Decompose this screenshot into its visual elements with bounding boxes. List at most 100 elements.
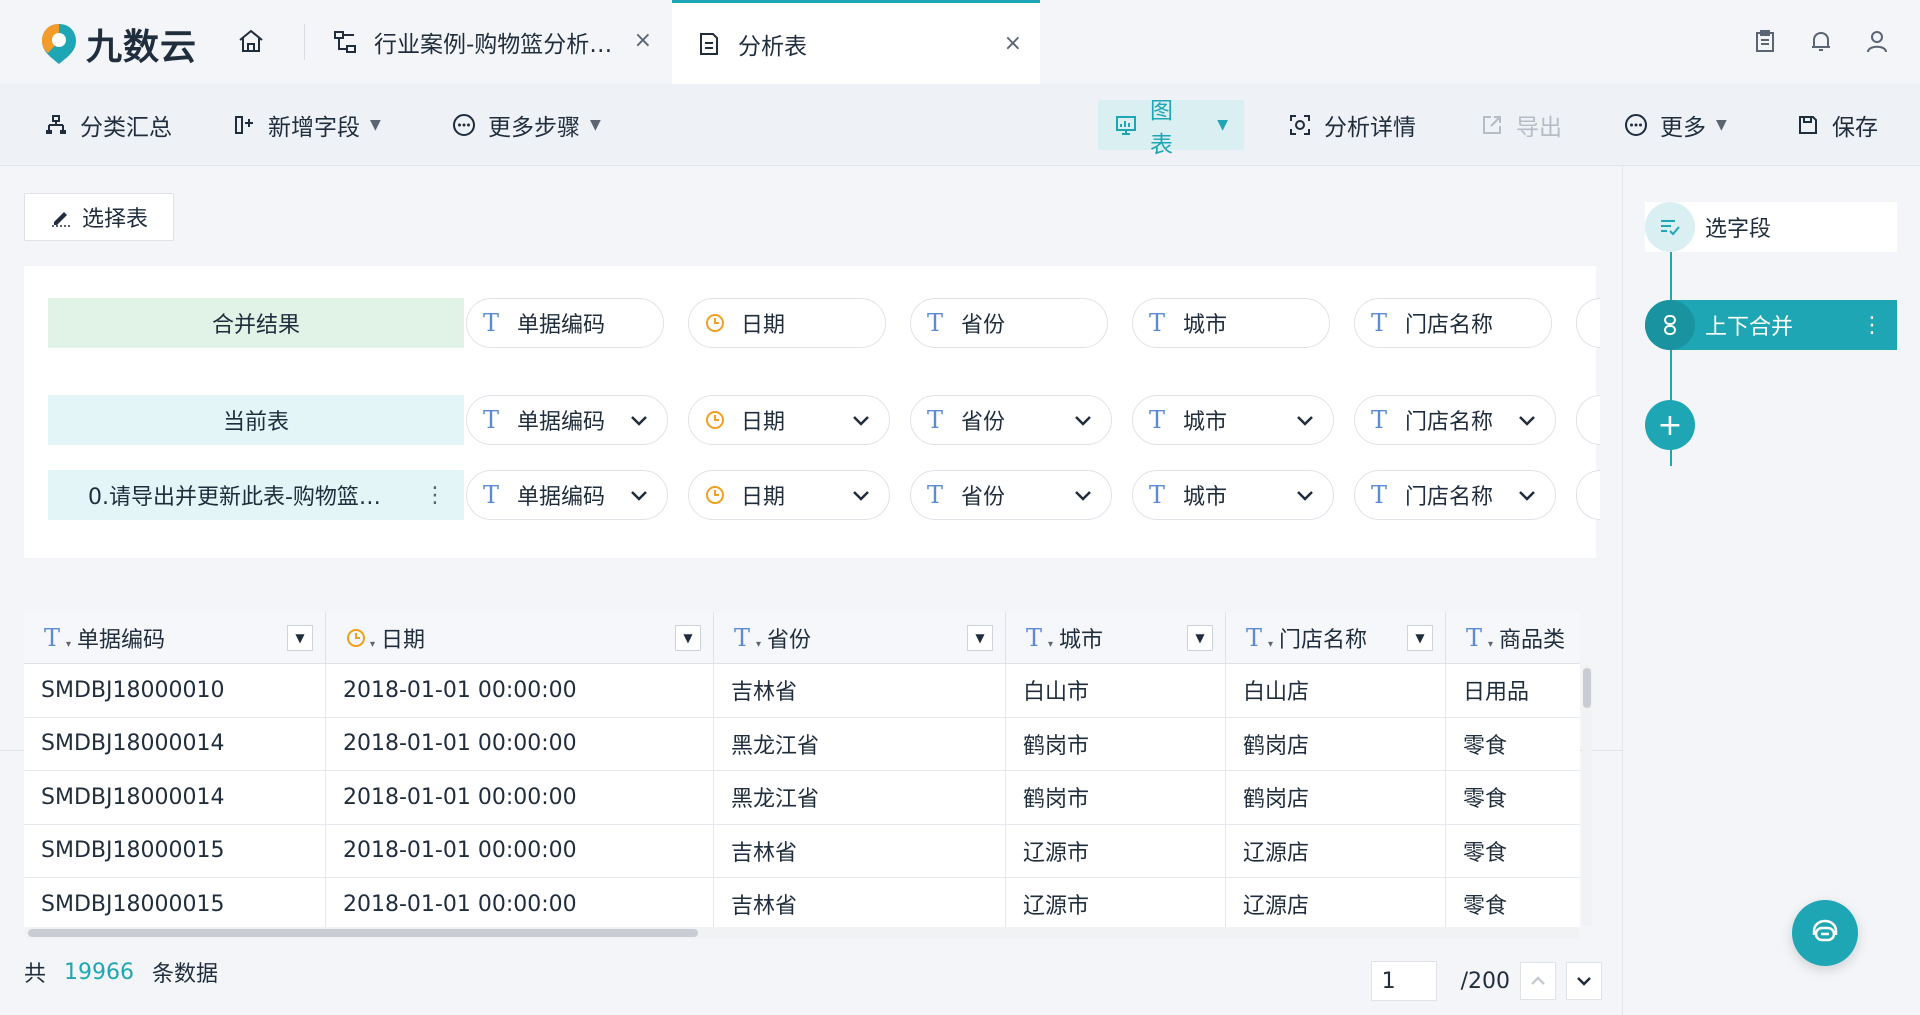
more-button[interactable]: 更多 ▼ xyxy=(1624,84,1727,166)
field-pill-current[interactable]: T 省份 xyxy=(910,395,1112,445)
column-title: 省份 xyxy=(767,628,812,653)
table-cell[interactable]: 黑龙江省 xyxy=(714,717,1006,770)
pagination: /200 xyxy=(1370,961,1602,1001)
field-pill-current[interactable]: T 单据编码 xyxy=(466,395,668,445)
customer-service-button[interactable] xyxy=(1792,900,1858,966)
table-cell[interactable]: 辽源市 xyxy=(1006,824,1226,877)
select-table-label: 选择表 xyxy=(81,207,148,232)
bell-icon[interactable] xyxy=(1808,28,1834,54)
save-button[interactable]: 保存 xyxy=(1796,84,1878,166)
table-cell[interactable]: 白山市 xyxy=(1006,664,1226,717)
table-cell[interactable]: 鹤岗店 xyxy=(1226,717,1446,770)
type-caret-icon: ▾ xyxy=(756,638,762,650)
table-cell[interactable]: SMDBJ18000010 xyxy=(24,664,326,717)
top-tab-bar: 九数云 行业案例-购物篮分析… × 分析表 × xyxy=(0,0,1920,84)
field-pill-source[interactable]: T 单据编码 xyxy=(466,470,668,520)
field-pill-overflow xyxy=(1576,298,1600,348)
column-header[interactable]: T ▾ 省份 ▼ xyxy=(714,612,1006,664)
column-menu-button[interactable]: ▼ xyxy=(1187,625,1213,651)
table-cell[interactable]: 2018-01-01 00:00:00 xyxy=(326,878,714,927)
export-button[interactable]: 导出 xyxy=(1480,84,1562,166)
close-icon[interactable]: × xyxy=(1004,31,1022,56)
column-header[interactable]: T ▾ 单据编码 ▼ xyxy=(24,612,326,664)
more-steps-label: 更多步骤 xyxy=(488,115,580,141)
text-type-icon: T xyxy=(44,624,61,652)
table-cell[interactable]: 2018-01-01 00:00:00 xyxy=(326,771,714,824)
next-page-button[interactable] xyxy=(1566,962,1602,1000)
more-steps-button[interactable]: 更多步骤 ▼ xyxy=(452,84,601,166)
column-header[interactable]: ▾ 日期 ▼ xyxy=(326,612,714,664)
field-pill-source[interactable]: T 城市 xyxy=(1132,470,1334,520)
text-type-icon: T xyxy=(1246,624,1263,652)
user-icon[interactable] xyxy=(1864,28,1890,54)
column-menu-button[interactable]: ▼ xyxy=(675,625,701,651)
column-header[interactable]: T ▾ 城市 ▼ xyxy=(1006,612,1226,664)
clock-icon xyxy=(706,314,724,332)
analysis-detail-button[interactable]: 分析详情 xyxy=(1288,84,1416,166)
clock-icon xyxy=(706,411,724,429)
table-cell[interactable]: 2018-01-01 00:00:00 xyxy=(326,717,714,770)
table-row: SMDBJ18000015 2018-01-01 00:00:00 吉林省 辽源市 辽源… xyxy=(24,878,1580,927)
field-pill-current[interactable]: 日期 xyxy=(688,395,890,445)
field-pill-source[interactable]: 日期 xyxy=(688,470,890,520)
page-number-input[interactable] xyxy=(1370,961,1437,1001)
table-cell[interactable]: 2018-01-01 00:00:00 xyxy=(326,664,714,717)
table-cell[interactable]: 吉林省 xyxy=(714,878,1006,927)
text-type-icon: T xyxy=(1371,481,1388,509)
more-vertical-icon[interactable]: ⋮ xyxy=(424,483,446,508)
table-cell[interactable]: 零食 xyxy=(1446,771,1580,824)
tab-analysis-table[interactable]: 分析表 × xyxy=(672,0,1040,84)
column-menu-button[interactable]: ▼ xyxy=(967,625,993,651)
more-vertical-icon[interactable]: ⋮ xyxy=(1861,313,1883,338)
table-cell[interactable]: 2018-01-01 00:00:00 xyxy=(326,824,714,877)
table-cell[interactable]: SMDBJ18000015 xyxy=(24,824,326,877)
caret-down-icon: ▼ xyxy=(1217,117,1228,133)
column-header[interactable]: T ▾ 商品类 xyxy=(1446,612,1580,664)
table-cell[interactable]: SMDBJ18000015 xyxy=(24,878,326,927)
table-cell[interactable]: 零食 xyxy=(1446,718,1580,771)
field-pill-current[interactable]: T 门店名称 xyxy=(1354,395,1556,445)
field-pill-result: T 门店名称 xyxy=(1354,298,1552,348)
close-icon[interactable]: × xyxy=(634,28,652,53)
field-pill-source[interactable]: T 门店名称 xyxy=(1354,470,1556,520)
table-cell[interactable]: 辽源市 xyxy=(1006,878,1226,927)
table-cell[interactable]: 白山店 xyxy=(1226,664,1446,717)
table-cell[interactable]: 辽源店 xyxy=(1226,878,1446,927)
table-cell[interactable]: SMDBJ18000014 xyxy=(24,771,326,824)
tab-shopping-basket[interactable]: 行业案例-购物篮分析… × xyxy=(308,0,670,84)
table-cell[interactable]: 鹤岗店 xyxy=(1226,771,1446,824)
table-cell[interactable]: 鹤岗市 xyxy=(1006,717,1226,770)
table-cell[interactable]: 辽源店 xyxy=(1226,824,1446,877)
classify-summary-button[interactable]: 分类汇总 xyxy=(44,84,172,166)
table-cell[interactable]: 零食 xyxy=(1446,878,1580,927)
app-logo[interactable]: 九数云 xyxy=(40,18,197,70)
field-pill-current[interactable]: T 城市 xyxy=(1132,395,1334,445)
table-cell[interactable]: 鹤岗市 xyxy=(1006,771,1226,824)
table-cell[interactable]: 零食 xyxy=(1446,825,1580,878)
column-menu-button[interactable]: ▼ xyxy=(1407,625,1433,651)
scrollbar-thumb[interactable] xyxy=(28,929,698,937)
step-union[interactable]: 上下合并 ⋮ xyxy=(1645,300,1897,350)
select-table-button[interactable]: 选择表 xyxy=(24,193,174,241)
table-cell[interactable]: 吉林省 xyxy=(714,824,1006,877)
prev-page-button[interactable] xyxy=(1520,962,1556,1000)
table-cell[interactable]: 吉林省 xyxy=(714,664,1006,717)
chevron-down-icon xyxy=(631,491,647,501)
field-pill-source[interactable]: T 省份 xyxy=(910,470,1112,520)
column-header[interactable]: T ▾ 门店名称 ▼ xyxy=(1226,612,1446,664)
step-select-fields[interactable]: 选字段 xyxy=(1645,202,1897,252)
add-field-button[interactable]: 新增字段 ▼ xyxy=(232,84,381,166)
home-icon[interactable] xyxy=(236,26,266,56)
table-vertical-scrollbar[interactable] xyxy=(1582,664,1592,926)
table-cell[interactable]: SMDBJ18000014 xyxy=(24,717,326,770)
scrollbar-thumb[interactable] xyxy=(1583,668,1591,708)
table-cell[interactable]: 黑龙江省 xyxy=(714,771,1006,824)
text-type-icon: T xyxy=(927,481,944,509)
chart-button[interactable]: 图表 ▼ xyxy=(1098,98,1244,158)
column-menu-button[interactable]: ▼ xyxy=(287,625,313,651)
source-table-label[interactable]: 0.请导出并更新此表-购物篮… ⋮ xyxy=(48,470,464,520)
table-horizontal-scrollbar[interactable] xyxy=(24,927,1580,939)
clipboard-icon[interactable] xyxy=(1752,28,1778,54)
table-cell[interactable]: 日用品 xyxy=(1446,664,1580,717)
add-step-button[interactable]: + xyxy=(1645,400,1695,450)
